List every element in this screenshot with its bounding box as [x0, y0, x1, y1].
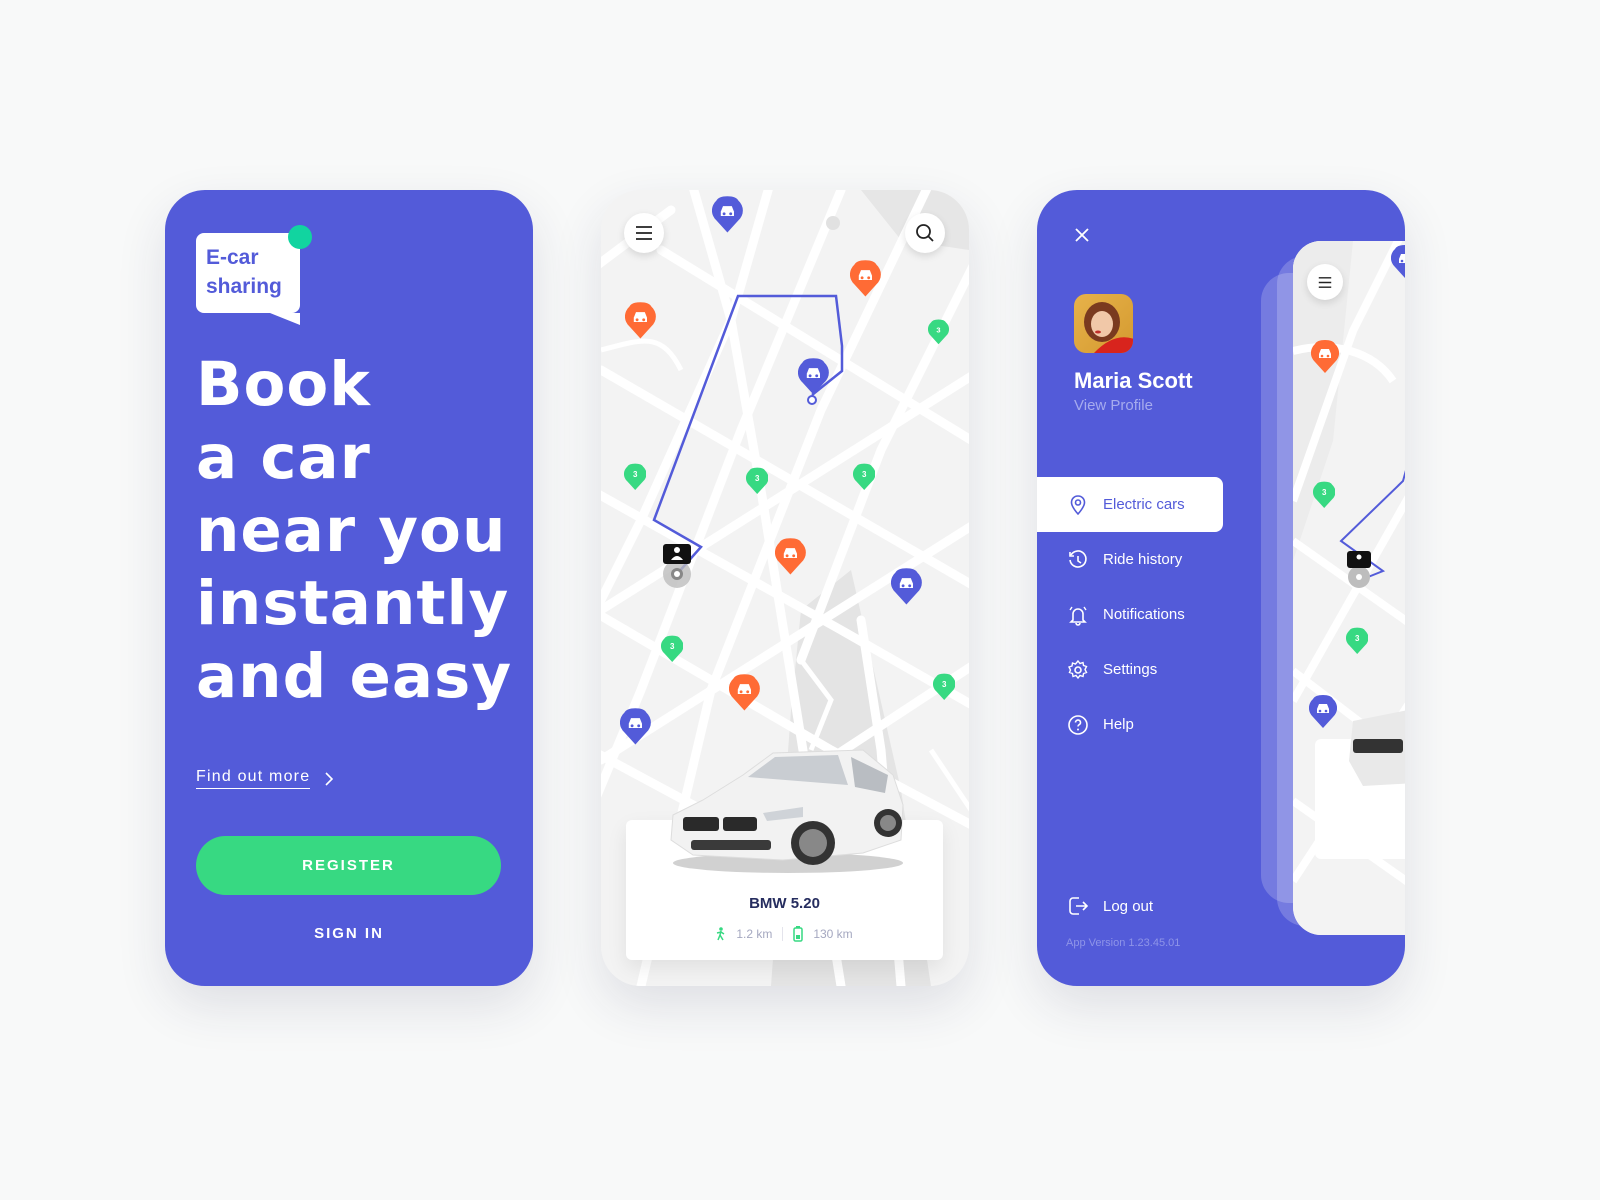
electric-car-pin[interactable]: [711, 194, 743, 233]
car-image: [670, 749, 904, 873]
walk-distance: 1.2 km: [736, 927, 773, 941]
map-preview-map: [1293, 241, 1405, 935]
welcome-screen: E-car sharing Book a car near you instant…: [165, 190, 533, 986]
menu-item-label: Notifications: [1103, 606, 1185, 623]
map-preview[interactable]: 33: [1293, 241, 1405, 935]
car-range: 130 km: [813, 927, 853, 941]
bell-icon: [1069, 606, 1087, 626]
electric-car-pin[interactable]: [1390, 243, 1405, 279]
menu-item-settings[interactable]: Settings: [1037, 642, 1223, 697]
headline-line: and easy: [196, 641, 513, 712]
menu-item-help[interactable]: Help: [1037, 697, 1223, 752]
cluster-pin[interactable]: 3: [852, 462, 881, 498]
divider: [782, 927, 784, 941]
cluster-pin[interactable]: 3: [623, 462, 652, 498]
available-car-pin[interactable]: [774, 536, 806, 575]
chevron-right-icon: [325, 771, 334, 786]
headline: Book a car near you instantly and easy: [196, 348, 512, 713]
find-out-more-link[interactable]: Find out more: [196, 768, 334, 789]
car-name: BMW 5.20: [749, 895, 820, 912]
avatar[interactable]: [1074, 294, 1133, 353]
battery-icon: [793, 926, 804, 942]
logout-button[interactable]: Log out: [1067, 895, 1153, 917]
cluster-pin[interactable]: 3: [1312, 480, 1341, 516]
user-photo: [1084, 302, 1133, 353]
map-screen: 3 3 3 3 3 3 BMW 5.20 1.2 km 130 km: [601, 190, 969, 986]
cluster-pin[interactable]: 3: [745, 466, 774, 502]
headline-line: a car: [196, 422, 371, 493]
walk-icon: [717, 927, 725, 941]
drawer-screen: Maria Scott View Profile Electric cars R…: [1037, 190, 1405, 986]
menu-item-notifications[interactable]: Notifications: [1037, 587, 1223, 642]
available-car-pin[interactable]: [728, 672, 760, 711]
app-version: App Version 1.23.45.01: [1066, 937, 1181, 949]
logo-line-1: E-car: [206, 246, 259, 269]
menu-item-label: Ride history: [1103, 551, 1183, 568]
search-icon: [916, 224, 934, 242]
gear-icon: [1068, 659, 1088, 679]
available-car-pin[interactable]: [624, 300, 656, 339]
cluster-pin[interactable]: 3: [927, 318, 956, 354]
cluster-pin[interactable]: 3: [1345, 626, 1374, 662]
electric-car-pin[interactable]: [797, 356, 829, 395]
electric-car-pin[interactable]: [1308, 693, 1338, 729]
logout-label: Log out: [1103, 897, 1154, 915]
svg-text:3: 3: [942, 680, 947, 689]
history-icon: [1069, 549, 1087, 568]
close-icon[interactable]: [1073, 226, 1091, 244]
app-logo: E-car sharing: [196, 225, 312, 325]
menu-item-label: Help: [1103, 716, 1134, 733]
help-icon: [1068, 714, 1088, 735]
hamburger-icon: [636, 226, 652, 240]
user-name: Maria Scott: [1074, 368, 1193, 393]
register-button[interactable]: REGISTER: [196, 836, 501, 895]
menu-item-label: Settings: [1103, 661, 1158, 678]
svg-text:3: 3: [633, 470, 638, 479]
electric-car-pin[interactable]: [890, 566, 922, 605]
menu-button[interactable]: [624, 213, 664, 253]
headline-line: instantly: [196, 568, 510, 639]
menu-button[interactable]: [1307, 264, 1343, 300]
menu-item-ride-history[interactable]: Ride history: [1037, 532, 1223, 587]
cluster-pin[interactable]: 3: [932, 672, 961, 708]
search-button[interactable]: [905, 213, 945, 253]
svg-text:3: 3: [670, 642, 675, 651]
logout-icon: [1069, 897, 1089, 915]
hamburger-icon: [1318, 276, 1332, 288]
location-pin-icon: [1070, 494, 1086, 515]
available-car-pin[interactable]: [849, 258, 881, 297]
headline-line: Book: [196, 349, 371, 420]
sign-in-button[interactable]: SIGN IN: [165, 925, 533, 942]
electric-car-pin[interactable]: [619, 706, 651, 745]
cluster-pin[interactable]: 3: [660, 634, 689, 670]
find-out-more-label: Find out more: [196, 768, 311, 789]
drawer-menu: Electric cars Ride history Notifications…: [1037, 477, 1223, 752]
view-profile-link[interactable]: View Profile: [1074, 397, 1153, 414]
logo-dot: [288, 225, 312, 249]
menu-item-label: Electric cars: [1103, 496, 1185, 513]
svg-text:3: 3: [1355, 634, 1360, 643]
svg-text:3: 3: [862, 470, 867, 479]
logo-line-2: sharing: [206, 275, 282, 298]
svg-text:3: 3: [936, 325, 940, 334]
svg-text:3: 3: [755, 474, 760, 483]
headline-line: near you: [196, 495, 507, 566]
svg-text:3: 3: [1322, 488, 1327, 497]
available-car-pin[interactable]: [1310, 338, 1340, 374]
menu-item-electric-cars[interactable]: Electric cars: [1037, 477, 1223, 532]
